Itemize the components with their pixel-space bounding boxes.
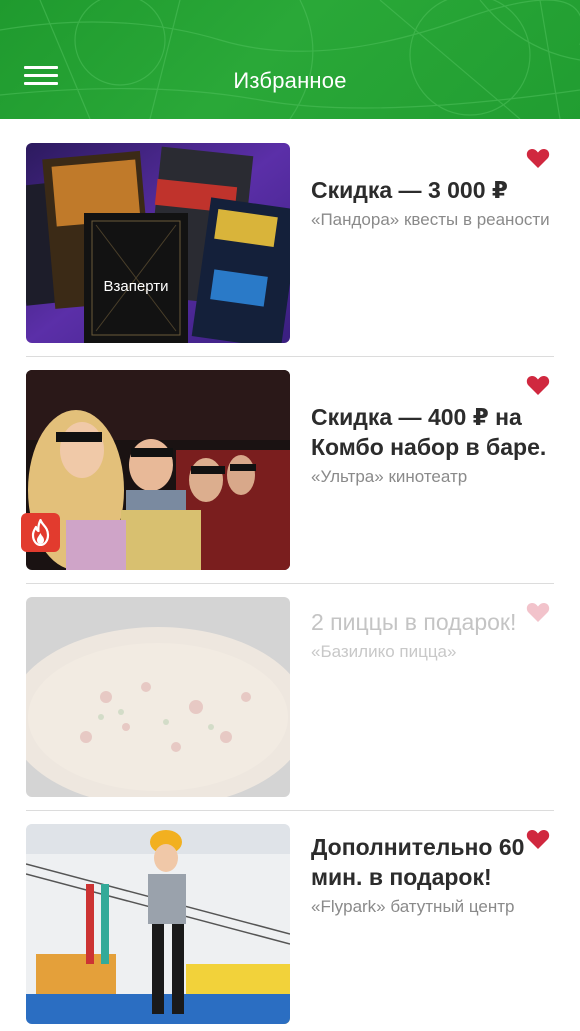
- heart-icon[interactable]: [526, 828, 550, 850]
- offer-title: Скидка — 400 ₽ на Комбо набор в баре.: [311, 404, 547, 460]
- favorite-item[interactable]: Скидка — 400 ₽ на Комбо набор в баре. «У…: [0, 346, 580, 573]
- trampoline-offer-image: [26, 824, 290, 1024]
- cinema-offer-image: [26, 370, 290, 570]
- favorite-item[interactable]: Дополнительно 60 мин. в подарок! «Flypar…: [0, 800, 580, 1027]
- favorite-item[interactable]: 2 пиццы в подарок! «Базилико пицца»: [0, 573, 580, 800]
- offer-place: «Ультра» кинотеатр: [311, 467, 468, 486]
- offer-title: Дополнительно 60 мин. в подарок!: [311, 834, 525, 890]
- quest-poster-title: Взаперти: [104, 278, 169, 295]
- app-header: Избранное: [0, 0, 580, 119]
- offer-place: «Базилико пицца»: [311, 642, 457, 661]
- hot-offer-badge: [21, 513, 60, 552]
- offer-title: Скидка — 3 000 ₽: [311, 177, 508, 203]
- offer-text: Дополнительно 60 мин. в подарок! «Flypar…: [311, 832, 551, 918]
- offer-text: Скидка — 3 000 ₽ «Пандора» квесты в реан…: [311, 175, 551, 231]
- flame-icon: [31, 519, 50, 546]
- pizza-offer-image: [26, 597, 290, 797]
- heart-icon[interactable]: [526, 374, 550, 396]
- offer-title: 2 пиццы в подарок!: [311, 609, 517, 635]
- offer-place: «Flypark» батутный центр: [311, 897, 515, 916]
- quest-offer-image: Взаперти: [26, 143, 290, 343]
- heart-icon[interactable]: [526, 601, 550, 623]
- offer-place: «Пандора» квесты в реаности: [311, 210, 550, 229]
- heart-icon[interactable]: [526, 147, 550, 169]
- offer-text: 2 пиццы в подарок! «Базилико пицца»: [311, 607, 551, 663]
- offer-text: Скидка — 400 ₽ на Комбо набор в баре. «У…: [311, 402, 551, 488]
- favorite-item[interactable]: Взаперти Скидка — 3 000 ₽ «Пандора» квес…: [0, 119, 580, 346]
- map-pattern-background: [0, 0, 580, 119]
- page-title: Избранное: [233, 68, 347, 93]
